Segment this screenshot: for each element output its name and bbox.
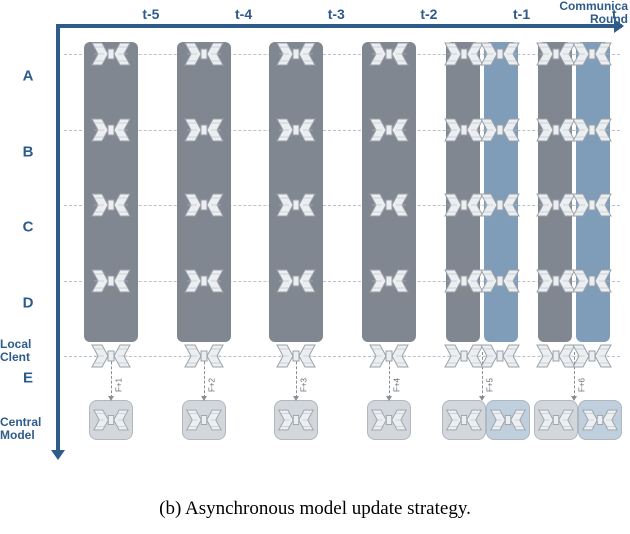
central-model-box [578,400,622,440]
figure-caption: (b) Asynchronous model update strategy. [0,498,630,520]
central-model-label: CentralModel [0,416,41,442]
client-label: C [8,219,48,236]
model-icon [571,343,613,369]
model-icon [183,343,225,369]
aggregation-label: F+6 [578,378,587,392]
aggregation-label: F+2 [207,378,216,392]
model-icon [183,192,225,218]
y-axis [56,24,60,454]
model-icon [571,41,613,67]
aggregation-label: F+4 [392,378,401,392]
model-icon [275,117,317,143]
model-icon [571,268,613,294]
central-model-box [274,400,318,440]
client-label: B [8,143,48,160]
aggregation-label: F+5 [485,378,494,392]
grid: F+1 F+2 F+3 F+4 [64,32,620,452]
arrow-down-icon [51,450,65,460]
central-model-box [182,400,226,440]
model-icon [368,117,410,143]
time-label: t-5 [142,6,159,22]
model-icon [479,268,521,294]
central-model-box [486,400,530,440]
model-icon [275,41,317,67]
time-label: t [612,6,617,22]
aggregation-arrow-icon [108,396,114,401]
model-icon [183,268,225,294]
time-label: t-3 [328,6,345,22]
model-icon [571,117,613,143]
central-model-box [367,400,411,440]
model-icon [183,41,225,67]
model-icon [479,41,521,67]
model-icon [368,192,410,218]
aggregation-arrow-icon [571,396,577,401]
aggregation-arrow-icon [479,396,485,401]
time-labels: t-5 t-4 t-3 t-2 t-1 t [60,6,622,24]
client-label: A [8,68,48,85]
aggregation-arrow-icon [386,396,392,401]
model-icon [368,268,410,294]
model-icon [368,343,410,369]
model-icon [90,192,132,218]
aggregation-label: F+3 [300,378,309,392]
central-model-box [534,400,578,440]
model-icon [90,41,132,67]
model-icon [275,192,317,218]
client-label: D [8,294,48,311]
time-label: t-4 [235,6,252,22]
aggregation-arrow-icon [201,396,207,401]
time-label: t-1 [513,6,530,22]
client-labels: ABCDE [8,58,48,344]
model-icon [90,343,132,369]
x-axis [56,24,622,28]
model-icon [183,117,225,143]
aggregation-arrow-icon [293,396,299,401]
central-model-box [442,400,486,440]
model-icon [479,343,521,369]
model-icon [90,268,132,294]
model-icon [479,117,521,143]
client-label: E [8,370,48,387]
model-icon [368,41,410,67]
model-icon [90,117,132,143]
model-icon [571,192,613,218]
model-icon [479,192,521,218]
aggregation-label: F+1 [114,378,123,392]
time-label: t-2 [420,6,437,22]
diagram-frame: CommunicaRound LocalClent CentralModel t… [20,10,622,464]
model-icon [275,343,317,369]
central-model-box [89,400,133,440]
model-icon [275,268,317,294]
